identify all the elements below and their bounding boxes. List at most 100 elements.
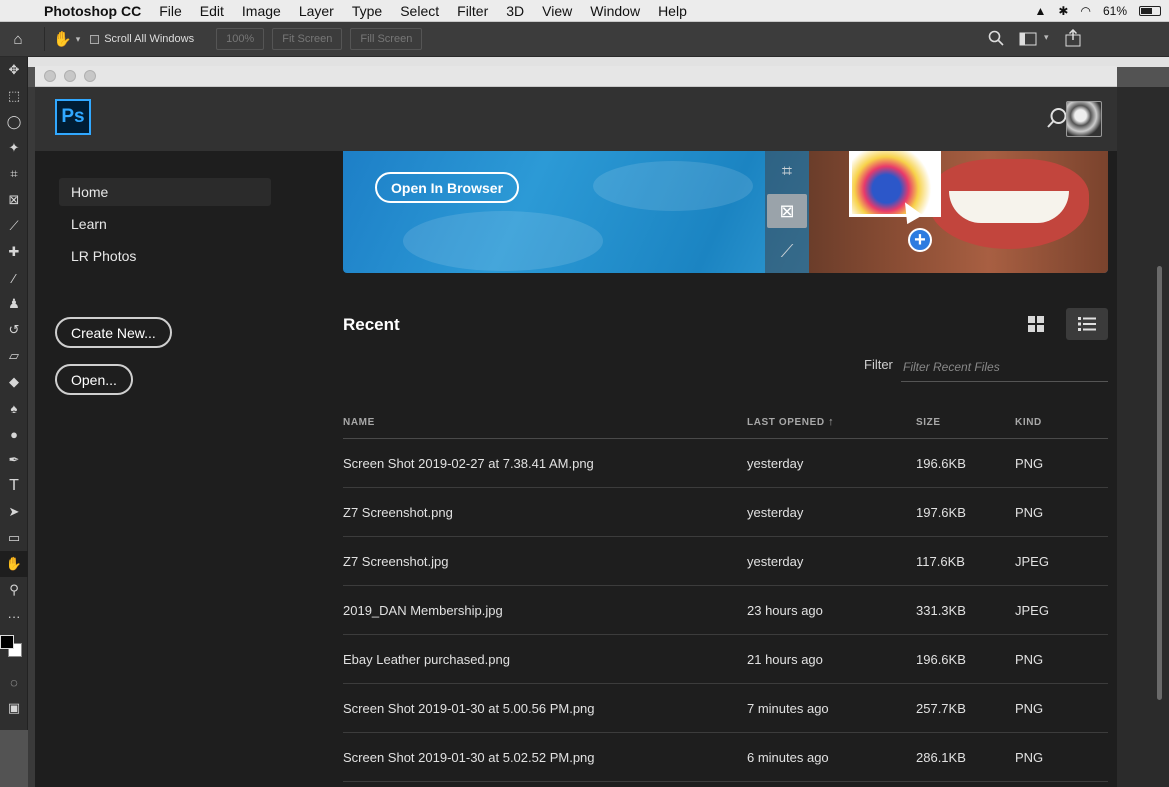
list-view-button[interactable] — [1066, 308, 1108, 340]
zoom-button[interactable] — [84, 70, 96, 82]
pen-tool-icon[interactable]: ✒ — [0, 447, 28, 473]
table-header: NAME LAST OPENED ↑ SIZE KIND — [343, 406, 1108, 439]
menu-layer[interactable]: Layer — [299, 3, 334, 19]
brush-tool-icon[interactable]: ∕ — [0, 265, 28, 291]
table-row[interactable]: Z7 Screenshot.jpg yesterday 117.6KB JPEG — [343, 537, 1108, 586]
plus-icon: + — [908, 228, 932, 252]
menu-help[interactable]: Help — [658, 3, 687, 19]
paint-bucket-tool-icon[interactable]: ◆ — [0, 369, 28, 395]
filter-input[interactable] — [901, 352, 1108, 382]
table-row[interactable]: Screen Shot 2019-02-27 at 7.38.41 AM.png… — [343, 439, 1108, 488]
nav-item-home[interactable]: Home — [59, 178, 271, 206]
column-name-header[interactable]: NAME — [343, 417, 747, 428]
column-last-opened-header[interactable]: LAST OPENED ↑ — [747, 416, 916, 428]
file-name: Screen Shot 2019-02-27 at 7.38.41 AM.png — [343, 455, 594, 471]
dodge-tool-icon[interactable]: ● — [0, 421, 28, 447]
grid-view-button[interactable] — [1020, 309, 1052, 339]
start-sidebar: Home Learn LR Photos Create New... Open.… — [35, 151, 305, 787]
file-size: 117.6KB — [916, 553, 965, 569]
search-icon[interactable] — [988, 30, 1004, 50]
create-new-button[interactable]: Create New... — [55, 317, 172, 348]
share-icon[interactable] — [1064, 28, 1082, 50]
notification-icon[interactable]: ▲ — [1035, 4, 1047, 18]
history-brush-tool-icon[interactable]: ↺ — [0, 317, 28, 343]
menu-type[interactable]: Type — [352, 3, 382, 19]
bluetooth-icon[interactable]: ✱ — [1058, 4, 1068, 18]
file-last-opened: 7 minutes ago — [747, 700, 829, 716]
stamp-tool-icon[interactable]: ♟ — [0, 291, 28, 317]
tools-panel: ✥ ⬚ ◯ ✦ ⌗ ⊠ ⟋ ✚ ∕ ♟ ↺ ▱ ◆ ♠ ● ✒ T ➤ ▭ ✋ … — [0, 57, 28, 730]
table-row[interactable]: Screen Shot 2019-01-30 at 5.02.52 PM.png… — [343, 733, 1108, 782]
fit-screen-button[interactable]: Fit Screen — [272, 28, 343, 50]
type-tool-icon[interactable]: T — [0, 473, 28, 499]
frame-tool-icon[interactable]: ⊠ — [0, 187, 28, 213]
scrollbar[interactable] — [1157, 266, 1162, 700]
battery-percent[interactable]: 61% — [1103, 4, 1127, 18]
hand-tool-preset-icon[interactable]: ✋ — [53, 30, 72, 48]
file-name: Z7 Screenshot.png — [343, 504, 453, 520]
path-selection-tool-icon[interactable]: ➤ — [0, 499, 28, 525]
table-row[interactable]: Ebay Leather purchased.png 21 hours ago … — [343, 635, 1108, 684]
search-icon[interactable] — [1046, 107, 1068, 134]
foreground-color-swatch[interactable] — [0, 635, 14, 649]
column-kind-header[interactable]: KIND — [1015, 417, 1105, 428]
color-swatches[interactable] — [0, 629, 28, 669]
canvas-peek — [28, 87, 35, 787]
file-last-opened: yesterday — [747, 455, 804, 471]
menu-filter[interactable]: Filter — [457, 3, 488, 19]
menubar-status: ▲ ✱ ◠ 61% — [1035, 0, 1161, 22]
menu-window[interactable]: Window — [590, 3, 640, 19]
banner-teeth — [949, 191, 1069, 223]
marquee-tool-icon[interactable]: ⬚ — [0, 83, 28, 109]
app-menu[interactable]: Photoshop CC — [44, 3, 141, 19]
table-row[interactable]: 2019_DAN Membership.jpg 23 hours ago 331… — [343, 586, 1108, 635]
fill-screen-button[interactable]: Fill Screen — [350, 28, 423, 50]
more-tools-icon[interactable]: ··· — [0, 603, 28, 629]
move-tool-icon[interactable]: ✥ — [0, 57, 28, 83]
table-row[interactable]: Z7 Screenshot.png yesterday 197.6KB PNG — [343, 488, 1108, 537]
file-kind: PNG — [1015, 504, 1044, 520]
menu-view[interactable]: View — [542, 3, 572, 19]
home-icon[interactable]: ⌂ — [0, 31, 36, 48]
scroll-all-checkbox[interactable] — [90, 34, 100, 44]
crop-tool-icon[interactable]: ⌗ — [0, 161, 28, 187]
screen-mode-icon[interactable]: ▣ — [0, 695, 28, 721]
battery-icon[interactable] — [1139, 6, 1161, 16]
table-row[interactable]: Screen Shot 2019-01-30 at 5.00.56 PM.png… — [343, 684, 1108, 733]
zoom-100-button[interactable]: 100% — [216, 28, 265, 50]
close-button[interactable] — [44, 70, 56, 82]
file-last-opened: yesterday — [747, 553, 804, 569]
filter-label: Filter — [864, 357, 893, 372]
recent-files-table: NAME LAST OPENED ↑ SIZE KIND Screen Shot… — [343, 406, 1108, 782]
menu-3d[interactable]: 3D — [506, 3, 524, 19]
quick-mask-icon[interactable]: ◌ — [0, 669, 28, 695]
hand-tool-icon[interactable]: ✋ — [0, 551, 28, 577]
rectangle-tool-icon[interactable]: ▭ — [0, 525, 28, 551]
open-in-browser-button[interactable]: Open In Browser — [375, 172, 520, 203]
avatar[interactable] — [1066, 101, 1102, 137]
menu-edit[interactable]: Edit — [200, 3, 224, 19]
menu-file[interactable]: File — [159, 3, 182, 19]
eyedropper-tool-icon[interactable]: ⟋ — [0, 213, 28, 239]
menu-select[interactable]: Select — [400, 3, 439, 19]
nav-item-lr-photos[interactable]: LR Photos — [59, 242, 271, 270]
workspace-icon[interactable] — [1019, 32, 1037, 49]
column-size-header[interactable]: SIZE — [916, 417, 1015, 428]
photoshop-logo: Ps — [55, 99, 91, 135]
menu-image[interactable]: Image — [242, 3, 281, 19]
file-kind: PNG — [1015, 651, 1044, 667]
recent-title: Recent — [343, 315, 400, 334]
lasso-tool-icon[interactable]: ◯ — [0, 109, 28, 135]
file-kind: JPEG — [1015, 602, 1049, 618]
magic-wand-tool-icon[interactable]: ✦ — [0, 135, 28, 161]
healing-tool-icon[interactable]: ✚ — [0, 239, 28, 265]
chevron-down-icon[interactable]: ▾ — [76, 34, 81, 45]
nav-item-learn[interactable]: Learn — [59, 210, 271, 238]
wifi-icon[interactable]: ◠ — [1080, 4, 1090, 18]
zoom-tool-icon[interactable]: ⚲ — [0, 577, 28, 603]
open-button[interactable]: Open... — [55, 364, 133, 395]
eraser-tool-icon[interactable]: ▱ — [0, 343, 28, 369]
workspace-chevron-icon[interactable]: ▾ — [1044, 32, 1049, 43]
blur-tool-icon[interactable]: ♠ — [0, 395, 28, 421]
minimize-button[interactable] — [64, 70, 76, 82]
